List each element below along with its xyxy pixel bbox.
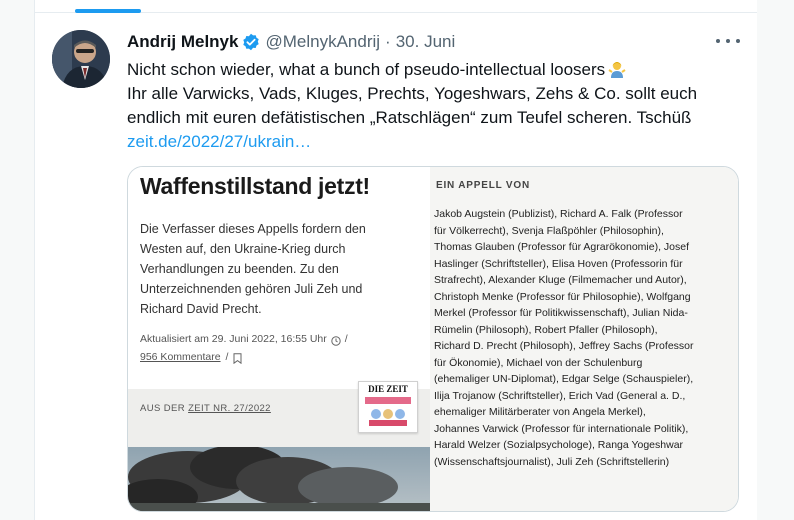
signatories-line: Richard D. Precht (Philosoph), Jeffrey S… <box>434 340 694 352</box>
signatories-line: Strafrecht), Alexander Kluge (Filmemache… <box>434 274 687 286</box>
more-options-icon[interactable] <box>716 34 740 48</box>
tweet-text-line: Ihr alle Varwicks, Vads, Kluges, Prechts… <box>127 84 698 103</box>
signatories-line: (ehemaliger UN-Diplomat), Edgar Selge (S… <box>434 373 694 385</box>
thumbnail-cover-art <box>365 397 411 426</box>
card-meta: Aktualisiert am 29. Juni 2022, 16:55 Uhr… <box>140 330 348 366</box>
signatories-line: Merkel (Professor für Politikwissenschaf… <box>434 307 688 319</box>
right-sidebar <box>757 0 794 520</box>
signatories-line: Jakob Augstein (Publizist), Richard A. F… <box>434 208 683 220</box>
signatories-list: Jakob Augstein (Publizist), Richard A. F… <box>434 206 694 470</box>
appeal-title: EIN APPELL VON <box>436 180 530 191</box>
author-handle[interactable]: @MelnykAndrij <box>265 32 380 52</box>
card-left-panel: Waffenstillstand jetzt! Die Verfasser di… <box>128 167 430 511</box>
signatories-line: Ilija Trojanow (Schriftsteller), Erich V… <box>434 389 686 402</box>
meta-separator: / <box>344 333 348 345</box>
signatories-line: für Ökonomie), Michael von der Schulenbu… <box>434 356 643 369</box>
comments-link[interactable]: 956 Kommentare <box>140 348 221 366</box>
signatories-line: Johannes Varwick (Professor für internat… <box>434 422 689 435</box>
source-prefix: AUS DER <box>140 403 186 414</box>
header-separator: · <box>385 32 391 51</box>
clock-icon <box>331 334 341 346</box>
tab-divider <box>35 12 757 13</box>
signatories-line: Haslinger (Schriftsteller), Elisa Hoven … <box>434 257 683 270</box>
tweet-text: Nicht schon wieder, what a bunch of pseu… <box>127 58 747 154</box>
tweet-link[interactable]: zeit.de/2022/27/ukrain… <box>127 130 747 154</box>
signatories-line: Harald Welzer (Sozialpsychologe), Ranga … <box>434 439 684 451</box>
signatories-line: für Völkerrecht), Svenja Flaßpöhler (Phi… <box>434 224 664 237</box>
tweet-date[interactable]: 30. Juni <box>396 32 456 52</box>
tweet-header: Andrij Melnyk @MelnykAndrij · 30. Juni <box>127 32 455 52</box>
card-intro: Die Verfasser dieses Appells fordern den… <box>140 219 420 319</box>
signatories-line: (Wissenschaftsjournalist), Juli Zeh (Sch… <box>434 455 670 468</box>
author-name[interactable]: Andrij Melnyk <box>127 32 238 52</box>
zeit-issue-thumbnail: DIE ZEIT <box>358 381 418 433</box>
avatar[interactable] <box>52 30 110 88</box>
card-intro-line: Richard David Precht. <box>140 302 262 316</box>
card-intro-line: Westen auf, den Ukraine-Krieg durch <box>140 242 346 256</box>
card-right-panel: EIN APPELL VON Jakob Augstein (Publizist… <box>430 167 738 511</box>
tweet-text-line: endlich mit euren defätistischen „Ratsch… <box>127 108 692 127</box>
source-issue-link[interactable]: ZEIT NR. 27/2022 <box>188 403 271 414</box>
card-intro-line: Verhandlungen zu beenden. Zu den <box>140 262 339 276</box>
card-photo <box>128 445 430 511</box>
signatories-line: Thomas Glauben (Professor für Agrarökono… <box>434 241 690 253</box>
card-headline: Waffenstillstand jetzt! <box>140 173 370 199</box>
signatories-line: Rümelin (Philosoph), Robert Pfaller (Phi… <box>434 323 658 336</box>
thumbnail-masthead: DIE ZEIT <box>368 384 408 394</box>
card-intro-line: Unterzeichnenden gehören Juli Zeh und <box>140 282 363 296</box>
link-preview-card[interactable]: Waffenstillstand jetzt! Die Verfasser di… <box>127 166 739 512</box>
verified-badge-icon <box>242 33 260 51</box>
card-intro-line: Die Verfasser dieses Appells fordern den <box>140 222 366 236</box>
signatories-line: ehemaliger Militärberater von Angela Mer… <box>434 406 646 418</box>
updated-timestamp: Aktualisiert am 29. Juni 2022, 16:55 Uhr <box>140 333 327 345</box>
source-label: AUS DER ZEIT NR. 27/2022 <box>140 403 271 414</box>
signatories-line: Christoph Menke (Professor für Philosoph… <box>434 290 691 303</box>
active-tab-indicator <box>75 9 141 13</box>
tweet-text-line: Nicht schon wieder, what a bunch of pseu… <box>127 60 606 79</box>
bookmark-icon[interactable] <box>233 352 242 364</box>
meta-separator: / <box>225 351 229 363</box>
person-shrugging-emoji-icon <box>608 60 626 78</box>
